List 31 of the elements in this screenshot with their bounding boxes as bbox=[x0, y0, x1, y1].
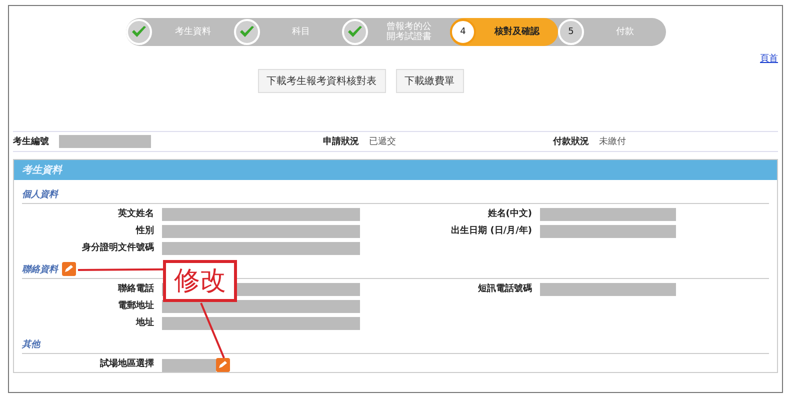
download-button[interactable]: 下載考生報考資料核對表 bbox=[258, 69, 386, 93]
field-label: 電郵地址 bbox=[117, 300, 154, 313]
top-link[interactable]: 頁首 bbox=[760, 52, 778, 65]
progress-step[interactable]: 4 核對及確認 bbox=[450, 18, 558, 46]
field-label: 短訊電話號碼 bbox=[477, 283, 532, 296]
section-header: 考生資料 bbox=[14, 160, 777, 180]
download-button[interactable]: 下載繳費單 bbox=[396, 69, 464, 93]
pencil-icon[interactable] bbox=[62, 262, 76, 276]
field-label: 申請狀況 bbox=[323, 135, 359, 148]
step-number: 5 bbox=[568, 27, 574, 37]
pencil-icon[interactable] bbox=[216, 358, 230, 372]
redacted-field bbox=[162, 358, 216, 372]
group-title: 聯絡資料 bbox=[22, 263, 58, 276]
field-label: 身分證明文件號碼 bbox=[81, 242, 154, 255]
field-label: 試場地區選擇 bbox=[98, 358, 154, 371]
group-title: 個人資料 bbox=[22, 188, 58, 200]
status-value: 已遞交 bbox=[369, 136, 396, 148]
progress-step[interactable]: 5 付款 bbox=[558, 18, 666, 46]
group-title: 其他 bbox=[22, 338, 40, 350]
field-label: 付款狀況 bbox=[553, 135, 589, 148]
field-label: 考生編號 bbox=[13, 135, 49, 148]
callout-label: 修改 bbox=[163, 260, 237, 302]
leader-line bbox=[200, 302, 225, 358]
field-label: 姓名(中文) bbox=[486, 208, 532, 221]
field-label: 聯絡電話 bbox=[116, 283, 154, 296]
field-label: 性別 bbox=[134, 225, 154, 238]
field-label: 出生日期 (日/月/年) bbox=[450, 225, 532, 238]
step-number: 4 bbox=[460, 27, 466, 37]
field-label: 地址 bbox=[134, 317, 154, 330]
field-label: 英文姓名 bbox=[117, 208, 154, 221]
status-value: 未繳付 bbox=[599, 136, 626, 148]
